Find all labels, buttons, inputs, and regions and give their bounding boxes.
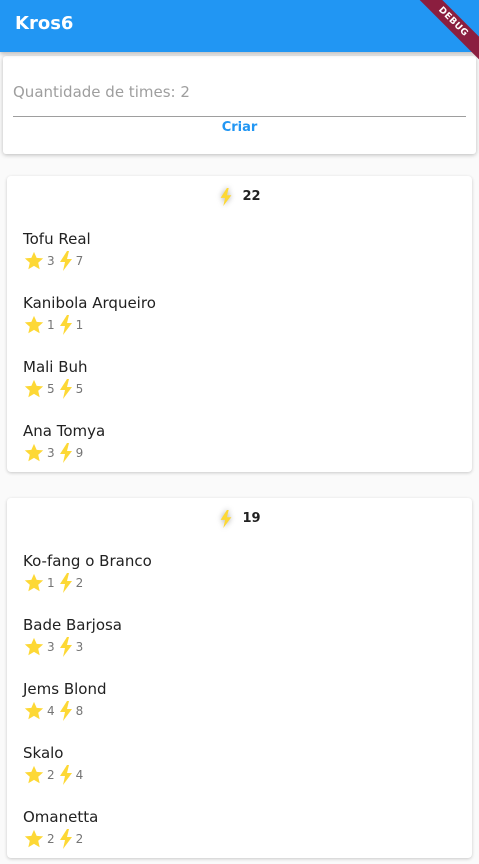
player-stars: 3 bbox=[47, 640, 55, 654]
team-count-input[interactable]: Quantidade de times: 2 bbox=[13, 78, 466, 117]
player-stats: 2 2 bbox=[23, 828, 83, 850]
bolt-icon bbox=[59, 443, 72, 463]
star-icon bbox=[24, 379, 44, 398]
bolt-icon bbox=[59, 829, 72, 849]
player-stars: 1 bbox=[47, 318, 55, 332]
player-name: Ko-fang o Branco bbox=[23, 552, 152, 570]
player-name: Jems Blond bbox=[23, 680, 107, 698]
player-name: Ana Tomya bbox=[23, 422, 106, 440]
bolt-icon bbox=[59, 251, 72, 271]
list-item: Tofu Real 3 7 bbox=[23, 230, 463, 280]
bolt-icon bbox=[59, 315, 72, 335]
player-power: 7 bbox=[75, 254, 84, 268]
player-power: 3 bbox=[75, 640, 84, 654]
star-icon bbox=[24, 251, 44, 270]
player-power: 1 bbox=[75, 318, 84, 332]
bolt-icon bbox=[59, 765, 72, 785]
list-item: Kanibola Arqueiro 1 1 bbox=[23, 294, 463, 344]
list-item: Omanetta 2 2 bbox=[23, 808, 463, 858]
star-icon bbox=[24, 443, 44, 462]
list-item: Bade Barjosa 3 3 bbox=[23, 616, 463, 666]
player-stats: 4 8 bbox=[23, 700, 83, 722]
player-stats: 1 2 bbox=[23, 572, 83, 594]
star-icon bbox=[24, 829, 44, 848]
debug-label: DEBUG bbox=[419, 0, 479, 60]
player-power: 5 bbox=[75, 382, 84, 396]
player-name: Bade Barjosa bbox=[23, 616, 123, 634]
player-stars: 4 bbox=[47, 704, 55, 718]
player-stats: 3 9 bbox=[23, 442, 83, 464]
player-stats: 3 3 bbox=[23, 636, 83, 658]
player-stats: 1 1 bbox=[23, 314, 83, 336]
player-name: Skalo bbox=[23, 744, 64, 762]
team-header: 22 bbox=[7, 186, 472, 208]
team-card: 22 Tofu Real 3 7 Kanibola Arqueiro 1 1 M… bbox=[7, 176, 472, 472]
team-total-power: 19 bbox=[242, 511, 261, 526]
debug-banner: DEBUG bbox=[419, 0, 479, 60]
list-item: Mali Buh 5 5 bbox=[23, 358, 463, 408]
player-power: 2 bbox=[75, 832, 84, 846]
team-header: 19 bbox=[7, 508, 472, 530]
player-name: Kanibola Arqueiro bbox=[23, 294, 156, 312]
bolt-icon bbox=[59, 637, 72, 657]
list-item: Jems Blond 4 8 bbox=[23, 680, 463, 730]
list-item: Ko-fang o Branco 1 2 bbox=[23, 552, 463, 602]
bolt-icon bbox=[59, 701, 72, 721]
player-stats: 5 5 bbox=[23, 378, 83, 400]
player-stars: 2 bbox=[47, 768, 55, 782]
player-stars: 2 bbox=[47, 832, 55, 846]
player-power: 8 bbox=[75, 704, 84, 718]
app-title: Kros6 bbox=[15, 13, 74, 34]
bolt-icon bbox=[59, 379, 72, 399]
list-item: Ana Tomya 3 9 bbox=[23, 422, 463, 472]
player-power: 4 bbox=[75, 768, 84, 782]
player-stars: 5 bbox=[47, 382, 55, 396]
player-stars: 3 bbox=[47, 254, 55, 268]
player-power: 2 bbox=[75, 576, 84, 590]
team-count-input-text: Quantidade de times: 2 bbox=[13, 83, 190, 101]
star-icon bbox=[24, 765, 44, 784]
player-power: 9 bbox=[75, 446, 84, 460]
star-icon bbox=[24, 315, 44, 334]
player-stats: 2 4 bbox=[23, 764, 83, 786]
team-total-power: 22 bbox=[242, 189, 261, 204]
team-card: 19 Ko-fang o Branco 1 2 Bade Barjosa 3 3… bbox=[7, 498, 472, 858]
star-icon bbox=[24, 637, 44, 656]
create-button[interactable]: Criar bbox=[3, 120, 476, 135]
player-name: Tofu Real bbox=[23, 230, 91, 248]
app-bar: Kros6 bbox=[0, 0, 479, 52]
team-count-form: Quantidade de times: 2 Criar bbox=[3, 56, 476, 154]
bolt-icon bbox=[221, 509, 232, 528]
bolt-icon bbox=[221, 187, 232, 206]
player-stars: 1 bbox=[47, 576, 55, 590]
player-stats: 3 7 bbox=[23, 250, 83, 272]
bolt-icon bbox=[59, 573, 72, 593]
player-name: Omanetta bbox=[23, 808, 99, 826]
player-stars: 3 bbox=[47, 446, 55, 460]
star-icon bbox=[24, 701, 44, 720]
star-icon bbox=[24, 573, 44, 592]
player-name: Mali Buh bbox=[23, 358, 88, 376]
list-item: Skalo 2 4 bbox=[23, 744, 463, 794]
